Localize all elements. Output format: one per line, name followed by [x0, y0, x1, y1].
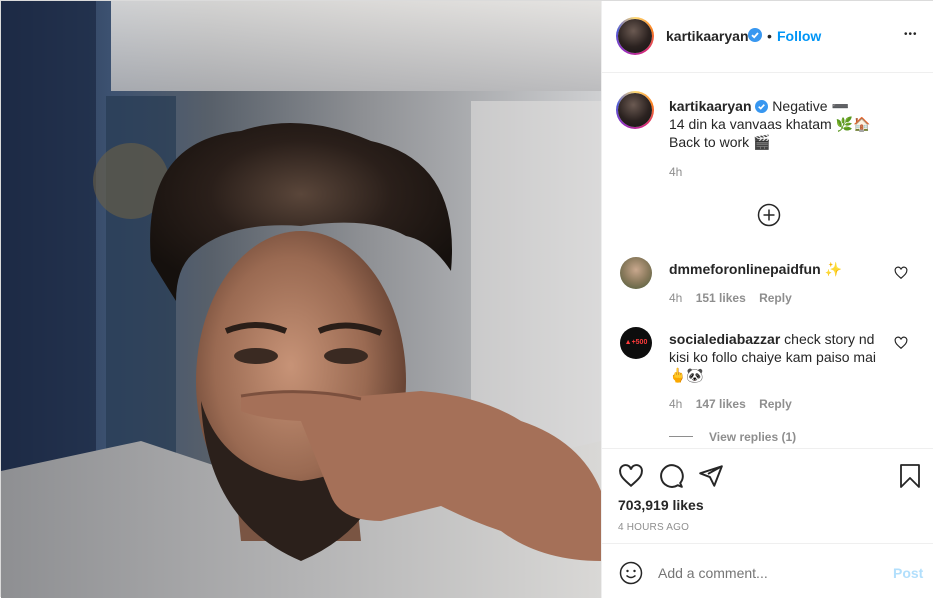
like-comment-heart-icon[interactable]: [894, 336, 908, 350]
follow-button[interactable]: Follow: [777, 28, 821, 44]
likes-count[interactable]: 703,919 likes: [618, 497, 704, 513]
more-options-icon[interactable]: •••: [904, 29, 918, 40]
comment-username[interactable]: dmmeforonlinepaidfun: [669, 261, 821, 277]
post-photo[interactable]: [1, 1, 601, 598]
view-replies-line: [669, 436, 693, 437]
caption-line-3: Back to work 🎬: [669, 134, 771, 150]
comment-composer: Post: [602, 543, 933, 598]
commenter-avatar[interactable]: [620, 257, 652, 289]
follow-separator: •: [767, 28, 772, 44]
comment-2-meta: 4h 147 likes Reply: [669, 397, 792, 411]
view-replies-button[interactable]: View replies (1): [709, 430, 796, 444]
post-timestamp[interactable]: 4 HOURS AGO: [618, 522, 689, 533]
author-username[interactable]: kartikaaryan: [666, 28, 749, 44]
comment-username[interactable]: socialediabazzar: [669, 331, 780, 347]
selfie-image: [1, 1, 601, 598]
post-side-panel: kartikaaryan • Follow ••• kartikaaryan N…: [601, 1, 933, 598]
post-header: kartikaaryan • Follow •••: [602, 1, 933, 73]
caption-time[interactable]: 4h: [669, 165, 682, 179]
save-bookmark-icon[interactable]: [898, 463, 922, 489]
commenter-avatar[interactable]: ▲+500: [620, 327, 652, 359]
reply-button[interactable]: Reply: [759, 291, 792, 305]
caption-author-avatar[interactable]: [616, 91, 654, 129]
comment-2: socialediabazzar check story nd kisi ko …: [669, 330, 889, 384]
comment-likes[interactable]: 147 likes: [696, 397, 746, 411]
comment-time[interactable]: 4h: [669, 397, 682, 411]
reply-button[interactable]: Reply: [759, 397, 792, 411]
comment-text: ✨: [824, 261, 842, 277]
like-heart-icon[interactable]: [618, 463, 644, 489]
share-paper-plane-icon[interactable]: [698, 463, 724, 489]
comment-likes[interactable]: 151 likes: [696, 291, 746, 305]
verified-badge-icon: [748, 28, 762, 42]
author-avatar[interactable]: [616, 17, 654, 55]
caption-line-2: 14 din ka vanvaas khatam 🌿🏠: [669, 116, 871, 132]
comment-bubble-icon[interactable]: [658, 463, 684, 489]
caption-username[interactable]: kartikaaryan: [669, 98, 752, 114]
comment-time[interactable]: 4h: [669, 291, 682, 305]
load-more-comments-icon[interactable]: [757, 203, 781, 227]
comment-1: dmmeforonlinepaidfun ✨: [669, 260, 889, 278]
verified-badge-icon: [755, 100, 769, 113]
emoji-smiley-icon[interactable]: [619, 561, 643, 585]
comment-input[interactable]: [658, 562, 878, 584]
like-comment-heart-icon[interactable]: [894, 266, 908, 280]
post-comment-button[interactable]: Post: [893, 565, 923, 581]
post-modal: kartikaaryan • Follow ••• kartikaaryan N…: [0, 0, 933, 598]
post-caption: kartikaaryan Negative ➖ 14 din ka vanvaa…: [669, 97, 919, 151]
comment-1-meta: 4h 151 likes Reply: [669, 291, 792, 305]
caption-line-1: Negative ➖: [772, 98, 849, 114]
